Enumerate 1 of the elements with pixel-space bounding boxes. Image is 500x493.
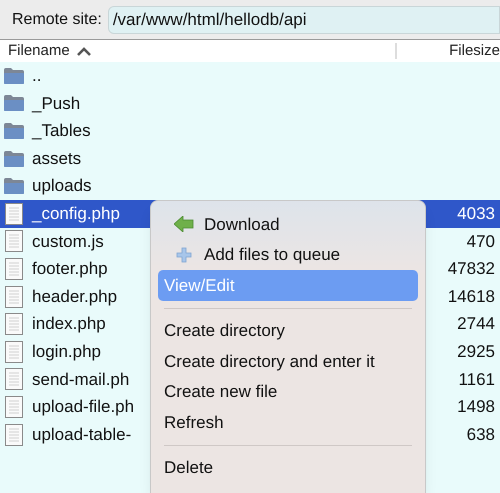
remote-site-label: Remote site: [12, 10, 102, 30]
